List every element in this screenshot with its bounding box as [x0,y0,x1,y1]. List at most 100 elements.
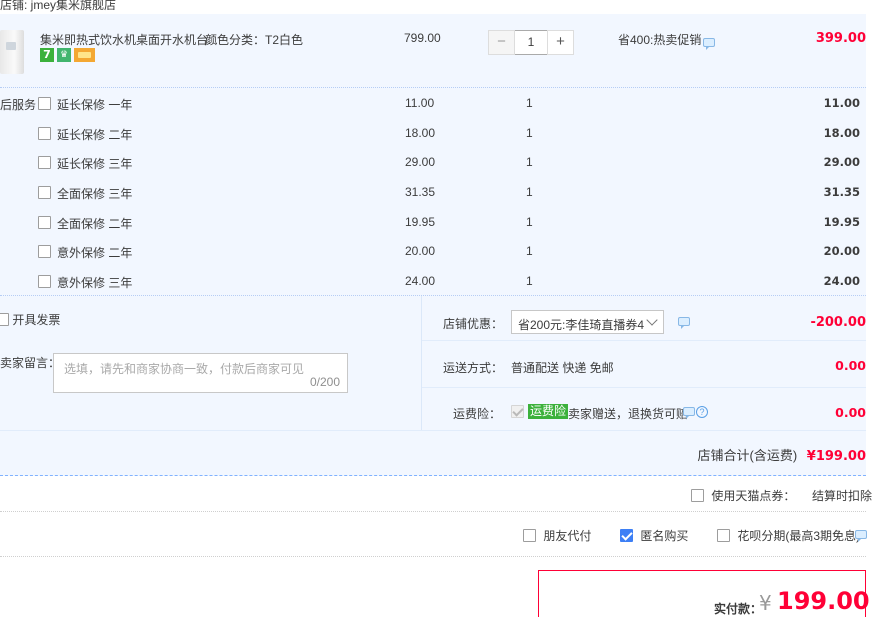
promo-chat-icon[interactable] [703,38,715,50]
product-thumbnail[interactable] [0,30,24,74]
anonymous-option[interactable]: 匿名购买 [620,527,688,544]
huabei-checkbox[interactable] [717,529,730,542]
service-row: 延长保修 一年 11.00 1 11.00 [0,96,866,125]
service-price: 19.95 [405,215,436,229]
divider [421,296,422,430]
service-checkbox[interactable] [38,127,51,140]
tmall-points-option[interactable]: 使用天猫点券： [691,487,795,504]
service-name: 延长保修 一年 [57,98,133,112]
payment-amount: 199.00 [777,587,870,615]
coupon-chat-icon[interactable] [678,317,690,329]
anonymous-label: 匿名购买 [640,529,689,543]
payment-summary: 实付款： ¥ 199.00 [538,570,870,617]
product-row [0,14,866,88]
payment-label: 实付款： [714,602,763,616]
service-price: 29.00 [405,155,436,169]
service-checkbox[interactable] [38,186,51,199]
service-price: 24.00 [405,274,436,288]
service-checkbox[interactable] [38,156,51,169]
discount-label: 店铺优惠： [443,317,504,331]
service-qty: 1 [526,126,533,140]
quantity-stepper: − 1 + [488,30,574,55]
currency-symbol: ¥ [759,591,772,615]
service-qty: 1 [526,96,533,110]
service-sum: 24.00 [823,274,860,288]
friend-pay-option[interactable]: 朋友代付 [523,527,591,544]
tmall-points-checkbox[interactable] [691,489,704,502]
chevron-down-icon [646,314,658,326]
service-price: 18.00 [405,126,436,140]
service-checkbox[interactable] [38,216,51,229]
store-total: 店铺合计(含运费) ¥199.00 [697,445,866,464]
insurance-amount: 0.00 [835,405,866,420]
service-checkbox[interactable] [38,97,51,110]
help-icon[interactable]: ? [696,406,708,418]
service-row: 全面保修 三年 31.35 1 31.35 [0,185,866,214]
service-row: 全面保修 二年 19.95 1 19.95 [0,215,866,244]
invoice-checkbox[interactable] [0,313,9,326]
product-title[interactable]: 集米即热式饮水机桌面开水机台... [40,31,218,48]
qty-input[interactable]: 1 [515,30,547,55]
store-coupon-select[interactable]: 省200元:李佳琦直播券4 [511,310,664,334]
service-name: 延长保修 三年 [57,157,133,171]
divider [422,387,866,388]
store-total-label: 店铺合计(含运费) [697,448,798,463]
divider [0,556,866,557]
seven-day-return-icon[interactable]: 7 [40,48,54,62]
insurance-tag: 运费险 [528,404,569,419]
divider [0,430,866,431]
quality-guarantee-icon[interactable]: ♛ [57,48,71,62]
seller-message-input[interactable]: 选填，请先和商家协商一致，付款后商家可见 0/200 [53,353,348,393]
promo-label: 省400:热卖促销 [618,33,702,47]
shipping-method: 普通配送 快递 免邮 [511,361,614,375]
service-qty: 1 [526,155,533,169]
coupon-selected: 省200元:李佳琦直播券4 [518,318,645,332]
service-sum: 31.35 [823,185,860,199]
service-sum: 29.00 [823,155,860,169]
service-row: 意外保修 三年 24.00 1 24.00 [0,274,866,303]
service-row: 延长保修 三年 29.00 1 29.00 [0,155,866,184]
service-name: 全面保修 二年 [57,217,133,231]
service-sum: 19.95 [823,215,860,229]
service-qty: 1 [526,185,533,199]
service-row: 意外保修 二年 20.00 1 20.00 [0,244,866,273]
message-placeholder: 选填，请先和商家协商一致，付款后商家可见 [64,362,305,376]
tmall-points-note: 结算时扣除 [812,489,872,503]
message-label: 卖家留言： [0,356,61,370]
invoice-label: 开具发票 [12,313,61,327]
shipping-amount: 0.00 [835,358,866,373]
friend-pay-label: 朋友代付 [543,529,592,543]
store-name[interactable]: 店铺: jmey集米旗舰店 [0,0,116,13]
qty-increase-button[interactable]: + [547,30,574,55]
huabei-chat-icon[interactable] [855,530,867,542]
service-qty: 1 [526,244,533,258]
anonymous-checkbox[interactable] [620,529,633,542]
product-attribute: 颜色分类：T2白色 [205,33,304,47]
insurance-chat-icon[interactable] [683,407,695,419]
shipping-label: 运送方式： [443,361,504,375]
service-checkbox[interactable] [38,275,51,288]
unit-price: 799.00 [404,31,441,45]
service-name: 意外保修 三年 [57,276,133,290]
service-name: 全面保修 三年 [57,187,133,201]
service-sum: 20.00 [823,244,860,258]
product-badges: 7 ♛ [40,48,95,62]
service-sum: 18.00 [823,126,860,140]
service-row: 延长保修 二年 18.00 1 18.00 [0,126,866,155]
service-price: 20.00 [405,244,436,258]
credit-card-icon[interactable] [74,48,95,62]
service-checkbox[interactable] [38,245,51,258]
service-qty: 1 [526,215,533,229]
huabei-label: 花呗分期(最高3期免息) [737,529,861,543]
huabei-option[interactable]: 花呗分期(最高3期免息) [717,527,860,544]
service-price: 11.00 [405,96,435,110]
discount-amount: -200.00 [810,315,866,330]
service-price: 31.35 [405,185,436,199]
friend-pay-checkbox[interactable] [523,529,536,542]
divider [422,340,866,341]
invoice-option[interactable]: 开具发票 [0,311,60,328]
insurance-checkbox[interactable] [511,405,524,418]
service-name: 意外保修 二年 [57,246,133,260]
qty-decrease-button[interactable]: − [488,30,515,55]
service-sum: 11.00 [823,96,860,110]
